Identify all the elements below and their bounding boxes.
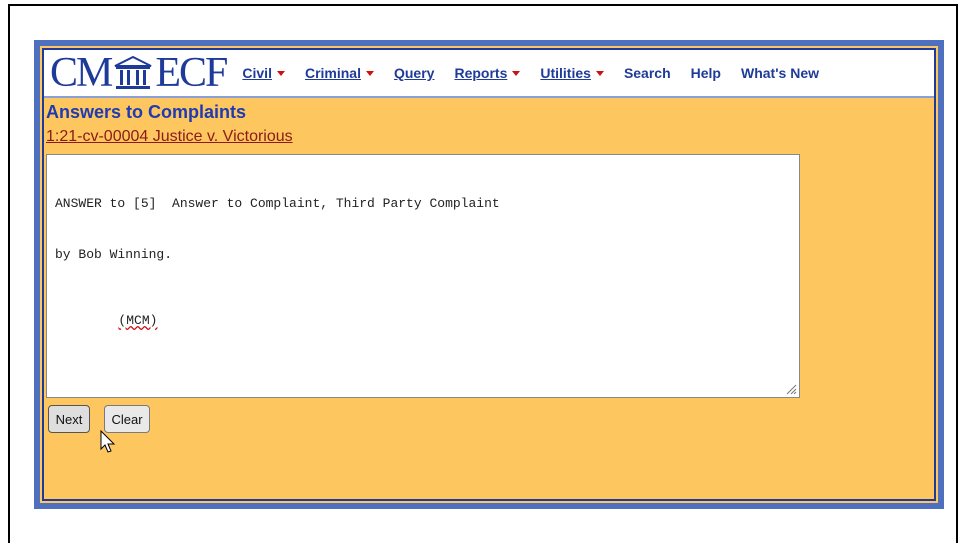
- menu-help-label: Help: [690, 65, 721, 81]
- menu-whats-new[interactable]: What's New: [741, 65, 819, 81]
- filer-initials-text: (MCM): [118, 313, 158, 328]
- cmecf-window: CM ECF Civil Criminal Query Reports Util…: [34, 40, 944, 509]
- resize-grip-icon[interactable]: [785, 383, 797, 395]
- menu-bar: CM ECF Civil Criminal Query Reports Util…: [44, 50, 934, 98]
- case-number-link[interactable]: 1:21-cv-00004 Justice v. Victorious: [46, 128, 293, 146]
- menu-query-label: Query: [393, 65, 435, 81]
- courthouse-icon: [114, 55, 152, 89]
- page-title: Answers to Complaints: [46, 102, 247, 122]
- docket-text-line-2: by Bob Winning.: [55, 247, 173, 262]
- main-menu: Civil Criminal Query Reports Utilities S…: [242, 65, 819, 81]
- logo-text-left: CM: [50, 50, 113, 96]
- menu-search-label: Search: [623, 65, 671, 81]
- menu-whats-new-label: What's New: [740, 65, 819, 81]
- docket-text-line-1: ANSWER to [5] Answer to Complaint, Third…: [55, 196, 500, 211]
- menu-civil-label: Civil: [242, 65, 272, 81]
- docket-text-area[interactable]: ANSWER to [5] Answer to Complaint, Third…: [46, 154, 800, 398]
- logo-text-right: ECF: [155, 50, 228, 96]
- dropdown-caret-icon: [512, 70, 521, 76]
- menu-reports[interactable]: Reports: [454, 65, 521, 81]
- menu-search[interactable]: Search: [624, 65, 671, 81]
- dropdown-caret-icon: [276, 70, 285, 76]
- clear-button[interactable]: Clear: [104, 405, 150, 433]
- menu-criminal-label: Criminal: [304, 65, 361, 81]
- filer-initials: (MCM): [56, 295, 157, 346]
- menu-help[interactable]: Help: [691, 65, 721, 81]
- next-button[interactable]: Next: [48, 405, 90, 433]
- menu-utilities-label: Utilities: [540, 65, 591, 81]
- cmecf-page: CM ECF Civil Criminal Query Reports Util…: [42, 48, 936, 501]
- cmecf-logo[interactable]: CM ECF: [50, 50, 228, 96]
- dropdown-caret-icon: [595, 70, 604, 76]
- menu-reports-label: Reports: [454, 65, 508, 81]
- dropdown-caret-icon: [365, 70, 374, 76]
- menu-civil[interactable]: Civil: [242, 65, 285, 81]
- menu-criminal[interactable]: Criminal: [305, 65, 374, 81]
- menu-query[interactable]: Query: [394, 65, 434, 81]
- mouse-pointer-icon: [100, 430, 116, 453]
- menu-utilities[interactable]: Utilities: [540, 65, 604, 81]
